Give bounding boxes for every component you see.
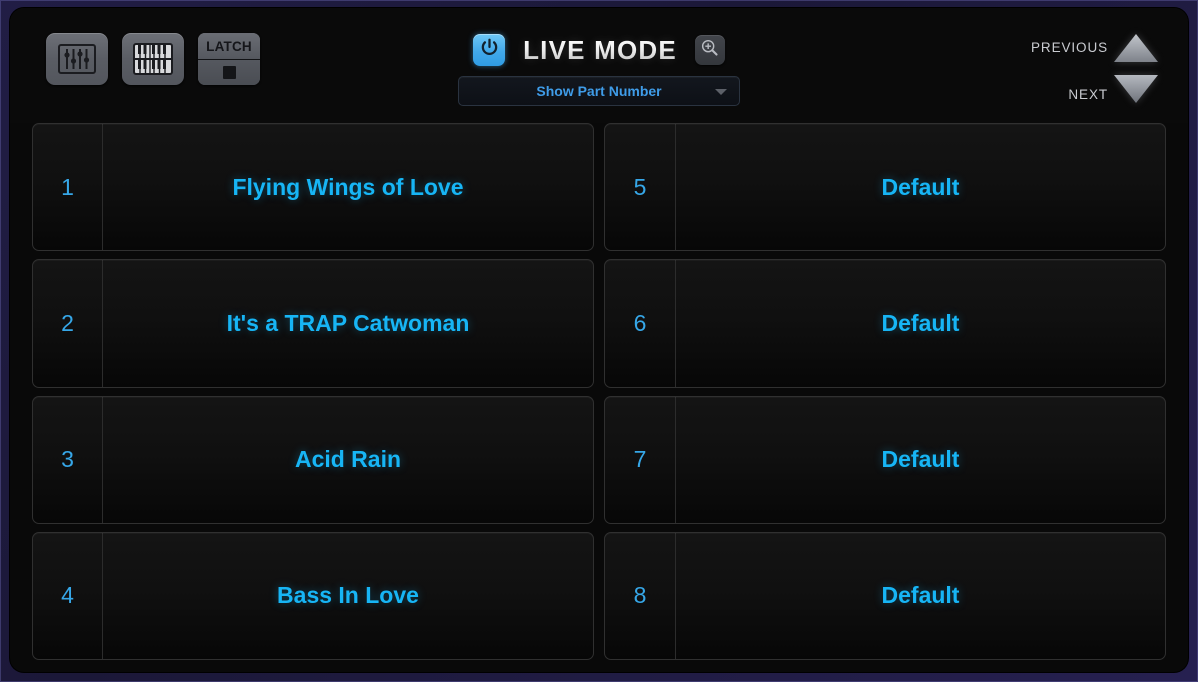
header-center-cluster: LIVE MODE Show Part Number [10, 8, 1188, 106]
part-slot-grid: 1 Flying Wings of Love 5 Default 2 It's … [10, 123, 1188, 672]
part-slot[interactable]: 3 Acid Rain [32, 395, 594, 524]
next-label: NEXT [1068, 87, 1108, 102]
part-slot[interactable]: 1 Flying Wings of Love [32, 123, 594, 252]
slot-number: 2 [33, 260, 103, 387]
zoom-in-button[interactable] [694, 35, 725, 65]
slot-number: 7 [605, 396, 676, 523]
part-slot[interactable]: 6 Default [604, 259, 1166, 388]
slot-title[interactable]: Bass In Love [103, 533, 593, 659]
slot-number: 4 [33, 532, 103, 659]
slot-number: 8 [605, 532, 676, 659]
power-button[interactable] [473, 34, 506, 66]
slot-title[interactable]: It's a TRAP Catwoman [103, 260, 593, 386]
part-slot[interactable]: 8 Default [604, 531, 1166, 660]
page-title: LIVE MODE [523, 34, 677, 65]
slot-number: 1 [33, 124, 103, 251]
slot-title[interactable]: Default [676, 124, 1165, 250]
header-title-row: LIVE MODE [473, 34, 725, 66]
previous-button[interactable] [1112, 32, 1160, 69]
slot-title[interactable]: Default [676, 533, 1165, 659]
part-slot[interactable]: 2 It's a TRAP Catwoman [32, 259, 594, 388]
live-mode-panel: LATCH LIVE MODE Show Part Number PREVIOU… [10, 8, 1188, 672]
slot-number: 6 [605, 260, 676, 387]
dropdown-selected-value: Show Part Number [536, 83, 662, 99]
previous-label: PREVIOUS [1031, 40, 1108, 55]
part-slot[interactable]: 4 Bass In Love [32, 531, 594, 660]
part-slot[interactable]: 7 Default [604, 395, 1166, 524]
toolbar: LATCH LIVE MODE Show Part Number PREVIOU… [10, 8, 1188, 123]
slot-number: 3 [33, 396, 103, 523]
part-slot[interactable]: 5 Default [604, 123, 1166, 252]
nav-labels: PREVIOUS NEXT [1031, 37, 1108, 105]
window-frame: LATCH LIVE MODE Show Part Number PREVIOU… [0, 0, 1198, 682]
prev-next-nav: PREVIOUS NEXT [1031, 32, 1160, 110]
slot-title[interactable]: Default [676, 260, 1165, 386]
slot-title[interactable]: Default [676, 397, 1165, 523]
power-icon [480, 38, 499, 62]
slot-title[interactable]: Flying Wings of Love [103, 124, 593, 250]
slot-title[interactable]: Acid Rain [103, 397, 593, 523]
chevron-down-icon [715, 89, 727, 95]
next-button[interactable] [1112, 73, 1160, 110]
slot-number: 5 [605, 124, 676, 251]
show-part-number-dropdown[interactable]: Show Part Number [458, 76, 740, 106]
nav-arrow-group [1112, 32, 1160, 110]
magnifier-plus-icon [700, 38, 719, 62]
